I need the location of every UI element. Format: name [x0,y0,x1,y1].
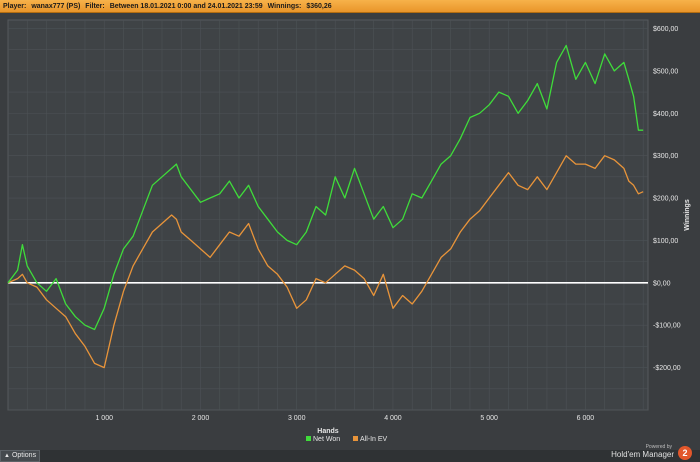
legend-label: All-In EV [360,436,388,443]
x-tick-label: 2 000 [192,415,210,422]
x-tick-label: 1 000 [95,415,113,422]
options-button[interactable]: ▲ Options [0,450,40,462]
player-label: Player: [3,3,27,10]
filter-label: Filter: [85,3,105,10]
title-bar: Player: wanax777 (PS) Filter: Between 18… [0,0,700,13]
y-tick-label: $500,00 [653,68,678,75]
winnings-value: $360,26 [306,3,332,10]
winnings-chart: $600,00 $500,00 $400,00 $300,00 $200,00 $100,… [7,19,691,443]
x-tick-label: 6 000 [577,415,595,422]
y-tick-label: $0,00 [653,280,671,287]
filter-value: Between 18.01.2021 0:00 and 24.01.2021 2… [109,3,263,10]
x-axis-title: Hands [317,428,339,435]
brand-logo: Powered by Hold'em Manager 2 [604,441,694,461]
y-tick-label: -$200,00 [653,365,681,372]
y-axis-title: Winnings [684,199,691,231]
winnings-label: Winnings: [267,3,302,10]
y-tick-label: $100,00 [653,238,678,245]
y-tick-label: -$100,00 [653,323,681,330]
legend-swatch [306,436,311,441]
brand-version-badge: 2 [678,446,692,460]
y-tick-label: $200,00 [653,196,678,203]
x-tick-label: 5 000 [480,415,498,422]
x-tick-label: 3 000 [288,415,306,422]
y-tick-label: $600,00 [653,26,678,33]
legend-label: Net Won [313,436,340,443]
expand-arrow-icon: ▲ [4,453,10,459]
player-value: wanax777 (PS) [31,3,81,10]
y-tick-label: $400,00 [653,111,678,118]
options-label: Options [11,452,37,459]
y-tick-label: $300,00 [653,153,678,160]
footer-bar [0,450,700,462]
x-tick-label: 4 000 [384,415,402,422]
brand-name: Hold'em Manager [611,450,674,459]
legend-swatch [353,436,358,441]
